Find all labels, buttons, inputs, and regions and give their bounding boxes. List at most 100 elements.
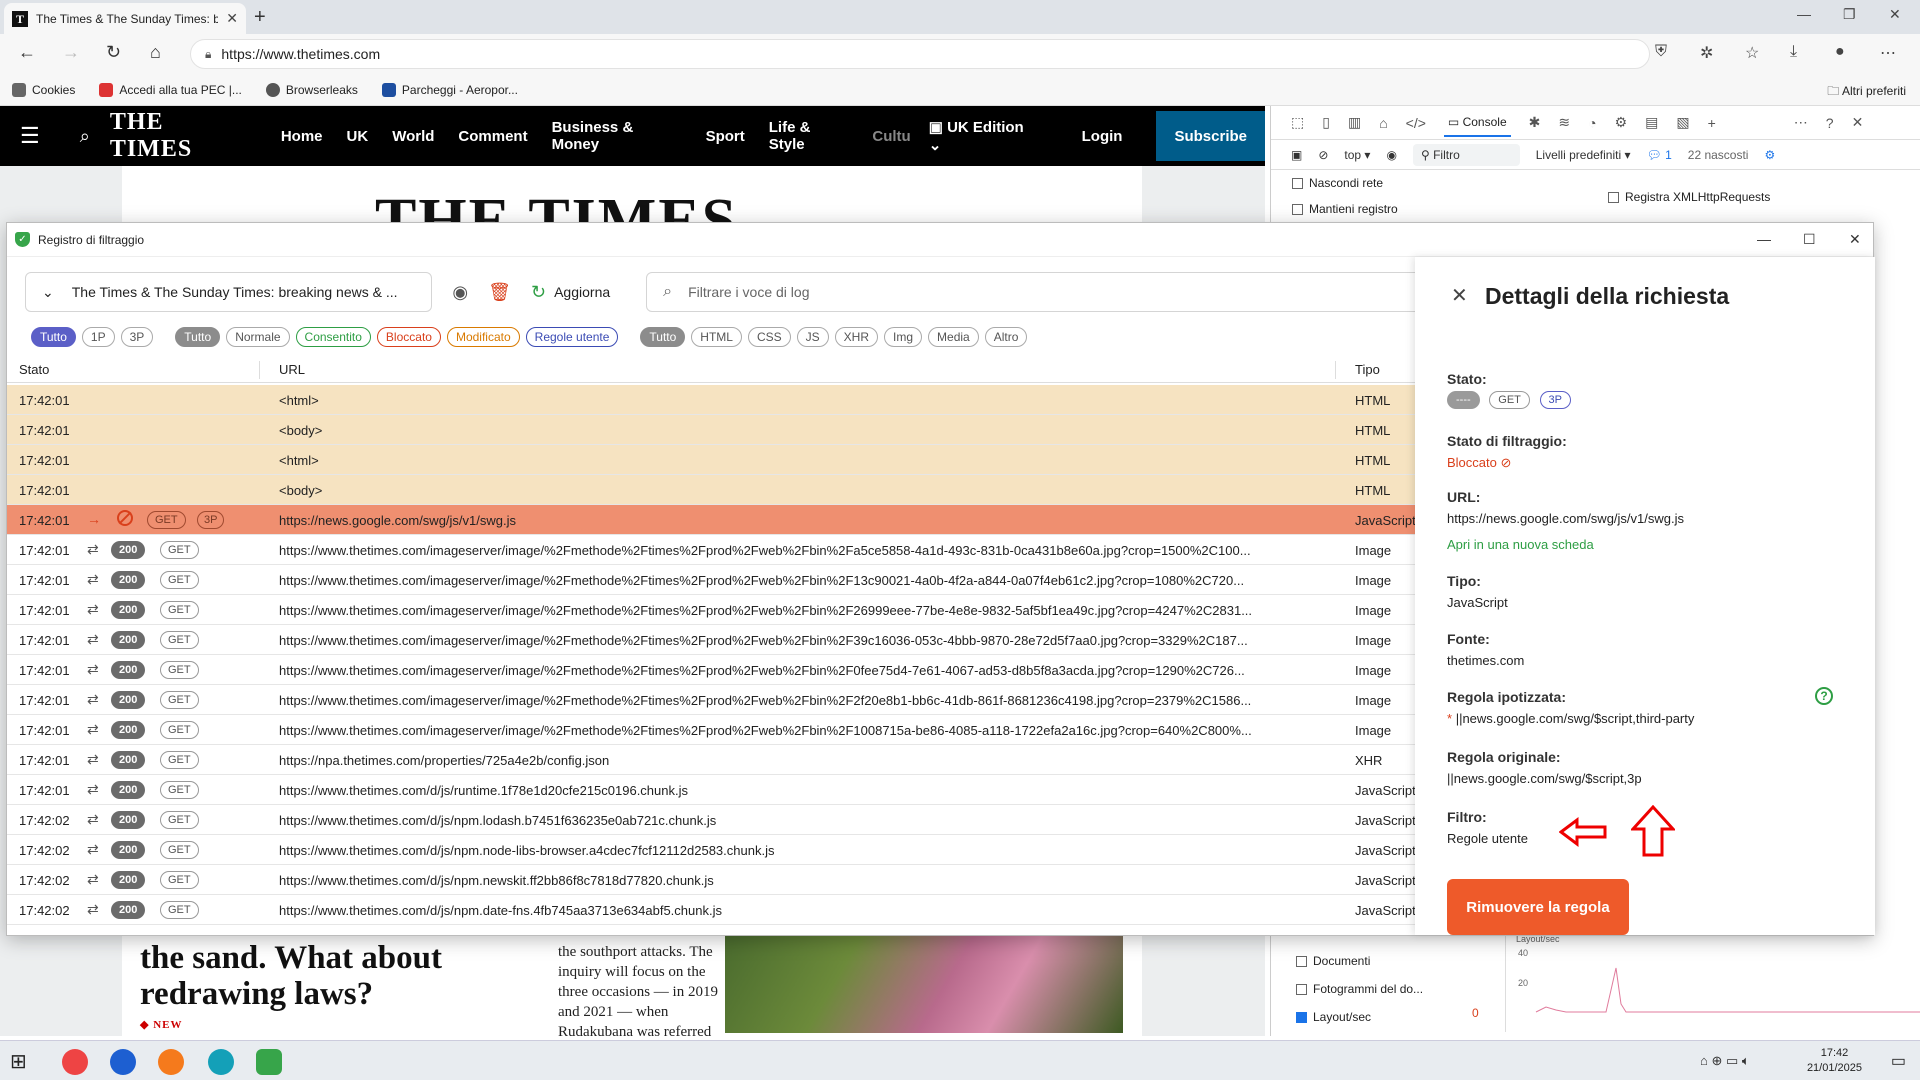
more-tools-icon[interactable]: + bbox=[1708, 115, 1716, 131]
checkbox[interactable] bbox=[1296, 955, 1307, 967]
option-frames[interactable]: Fotogrammi del do... bbox=[1296, 982, 1423, 996]
edge-icon[interactable] bbox=[208, 1049, 234, 1075]
bookmark-pec[interactable]: Accedi alla tua PEC |... bbox=[99, 82, 242, 97]
app-icon-chrome[interactable] bbox=[62, 1049, 88, 1075]
article-headline[interactable]: the sand. What about redrawing laws? bbox=[140, 940, 540, 1012]
clear-console-icon[interactable]: ⊘ bbox=[1318, 148, 1328, 162]
help-icon[interactable]: ? bbox=[1815, 687, 1833, 705]
notifications-icon[interactable]: ▭ bbox=[1891, 1051, 1906, 1071]
table-row[interactable]: 17:42:01 <body> HTML bbox=[7, 475, 1415, 505]
article-photo[interactable] bbox=[725, 935, 1123, 1033]
security-icon[interactable]: ▧ bbox=[1676, 114, 1689, 131]
app-icon-circle[interactable] bbox=[110, 1049, 136, 1075]
nav-culture[interactable]: Cultu bbox=[872, 128, 910, 145]
reload-icon[interactable]: ↻ bbox=[106, 42, 121, 63]
url-field[interactable]: 🔒︎ https://www.thetimes.com bbox=[190, 39, 1650, 69]
checkbox[interactable] bbox=[1292, 203, 1303, 215]
table-row[interactable]: 17:42:01 ⇄ 200 GET https://www.thetimes.com/… bbox=[7, 535, 1415, 565]
option-hide-network[interactable]: Nascondi rete bbox=[1292, 176, 1383, 190]
checkbox-checked[interactable] bbox=[1296, 1011, 1307, 1023]
profile-avatar[interactable]: ● bbox=[1835, 43, 1845, 61]
nav-uk[interactable]: UK bbox=[347, 128, 369, 145]
fl-minimize-icon[interactable]: — bbox=[1757, 231, 1771, 247]
favorites-icon[interactable]: ☆ bbox=[1745, 43, 1759, 63]
chip-party-all[interactable]: Tutto bbox=[31, 327, 76, 347]
table-row[interactable]: 17:42:02 ⇄ 200 GET https://www.thetimes.com/… bbox=[7, 865, 1415, 895]
table-row[interactable]: 17:42:01 <body> HTML bbox=[7, 415, 1415, 445]
chip-css[interactable]: CSS bbox=[747, 327, 791, 347]
remove-rule-button[interactable]: Rimuovere la regola bbox=[1447, 879, 1629, 935]
inspect-icon[interactable]: ⬚ bbox=[1291, 114, 1304, 131]
subscribe-button[interactable]: Subscribe bbox=[1156, 111, 1265, 161]
trash-icon[interactable]: 🗑︎ bbox=[488, 282, 511, 303]
table-row-blocked[interactable]: 17:42:01 → GET 3P https://news.google.com/sw… bbox=[7, 505, 1415, 535]
network-icon[interactable]: ≋ bbox=[1558, 114, 1570, 131]
welcome-icon[interactable]: ⌂ bbox=[1379, 115, 1387, 131]
chip-normal[interactable]: Normale bbox=[226, 327, 290, 347]
console-settings-icon[interactable]: ⚙ bbox=[1764, 148, 1775, 162]
bookmark-parcheggi[interactable]: Parcheggi - Aeropor... bbox=[381, 82, 518, 97]
table-row[interactable]: 17:42:01 ⇄ 200 GET https://www.thetimes.com/… bbox=[7, 655, 1415, 685]
page-select[interactable]: ⌄ The Times & The Sunday Times: breaking… bbox=[25, 272, 433, 312]
performance-icon[interactable]: ◔ bbox=[1588, 115, 1596, 131]
chip-modified[interactable]: Modificato bbox=[446, 327, 520, 347]
elements-icon[interactable]: </> bbox=[1406, 115, 1426, 131]
minimize-icon[interactable]: — bbox=[1797, 6, 1811, 22]
table-row[interactable]: 17:42:01 ⇄ 200 GET https://npa.thetimes.com/… bbox=[7, 745, 1415, 775]
table-row[interactable]: 17:42:02 ⇄ 200 GET https://www.thetimes.com/… bbox=[7, 895, 1415, 925]
system-tray-icons[interactable]: ⌂ ⊕ ▭ 🔈︎ bbox=[1700, 1053, 1750, 1069]
table-row[interactable]: 17:42:01 ⇄ 200 GET https://www.thetimes.com/… bbox=[7, 595, 1415, 625]
close-details-icon[interactable]: ✕ bbox=[1451, 283, 1468, 308]
option-layout-sec[interactable]: Layout/sec bbox=[1296, 1010, 1371, 1024]
chip-html[interactable]: HTML bbox=[691, 327, 742, 347]
checkbox[interactable] bbox=[1292, 177, 1303, 189]
context-select[interactable]: top ▾ bbox=[1344, 148, 1370, 162]
option-log-xhr[interactable]: Registra XMLHttpRequests bbox=[1608, 190, 1770, 204]
column-status[interactable]: Stato bbox=[19, 362, 49, 377]
filter-input[interactable]: ⚲ Filtro bbox=[1412, 143, 1520, 166]
eye-icon[interactable]: ◉ bbox=[1386, 148, 1396, 162]
search-icon[interactable]: ⌕ bbox=[80, 126, 90, 147]
bookmark-browserleaks[interactable]: Browserleaks bbox=[265, 82, 358, 97]
table-row[interactable]: 17:42:01 ⇄ 200 GET https://www.thetimes.com/… bbox=[7, 775, 1415, 805]
chip-allowed[interactable]: Consentito bbox=[295, 327, 371, 347]
chip-3p[interactable]: 3P bbox=[120, 327, 154, 347]
tab-console[interactable]: ▭ Console bbox=[1443, 109, 1511, 137]
forward-icon[interactable]: → bbox=[62, 42, 80, 63]
help-icon[interactable]: ? bbox=[1826, 115, 1834, 131]
dock-icon[interactable]: ▥ bbox=[1348, 114, 1361, 131]
downloads-icon[interactable]: ⤓ bbox=[1790, 43, 1797, 61]
other-favorites[interactable]: 🗀 Altri preferiti bbox=[1827, 82, 1906, 103]
nav-sport[interactable]: Sport bbox=[706, 128, 745, 145]
fl-close-icon[interactable]: ✕ bbox=[1849, 231, 1861, 248]
table-row[interactable]: 17:42:01 <html> HTML bbox=[7, 445, 1415, 475]
chip-state-all[interactable]: Tutto bbox=[175, 327, 221, 347]
more-options-icon[interactable]: ⋯ bbox=[1794, 114, 1808, 131]
table-row[interactable]: 17:42:01 <html> HTML bbox=[7, 385, 1415, 415]
column-type[interactable]: Tipo bbox=[1355, 362, 1380, 377]
start-icon[interactable]: ⊞ bbox=[10, 1049, 36, 1075]
menu-icon[interactable]: ⋯ bbox=[1880, 43, 1896, 63]
levels-select[interactable]: Livelli predefiniti ▾ bbox=[1536, 148, 1631, 162]
settings-gear-icon[interactable]: ⚙ bbox=[1615, 114, 1628, 131]
table-row[interactable]: 17:42:02 ⇄ 200 GET https://www.thetimes.com/… bbox=[7, 805, 1415, 835]
sources-icon[interactable]: ✱ bbox=[1529, 114, 1541, 131]
firefox-icon[interactable] bbox=[158, 1049, 184, 1075]
close-window-icon[interactable]: ✕ bbox=[1889, 6, 1901, 23]
open-new-tab-link[interactable]: Apri in una nuova scheda bbox=[1447, 537, 1594, 552]
new-tab-icon[interactable]: + bbox=[254, 6, 266, 29]
table-row[interactable]: 17:42:01 ⇄ 200 GET https://www.thetimes.com/… bbox=[7, 565, 1415, 595]
clock[interactable]: 17:42 21/01/2025 bbox=[1807, 1046, 1862, 1076]
chip-media[interactable]: Media bbox=[928, 327, 979, 347]
nav-home[interactable]: Home bbox=[281, 128, 323, 145]
table-row[interactable]: 17:42:01 ⇄ 200 GET https://www.thetimes.com/… bbox=[7, 685, 1415, 715]
refresh-button[interactable]: ↻ Aggiorna bbox=[531, 282, 610, 303]
chip-blocked[interactable]: Bloccato bbox=[376, 327, 441, 347]
login-link[interactable]: Login bbox=[1082, 128, 1123, 145]
extension-shield-icon[interactable]: ⛨ bbox=[1655, 43, 1667, 61]
device-icon[interactable]: ▯ bbox=[1322, 114, 1330, 131]
nav-world[interactable]: World bbox=[392, 128, 434, 145]
edition-select[interactable]: ▣ UK Edition ⌄ bbox=[929, 118, 1038, 154]
restore-icon[interactable]: ❐ bbox=[1843, 6, 1856, 23]
devtools-close-icon[interactable]: ✕ bbox=[1852, 114, 1864, 131]
